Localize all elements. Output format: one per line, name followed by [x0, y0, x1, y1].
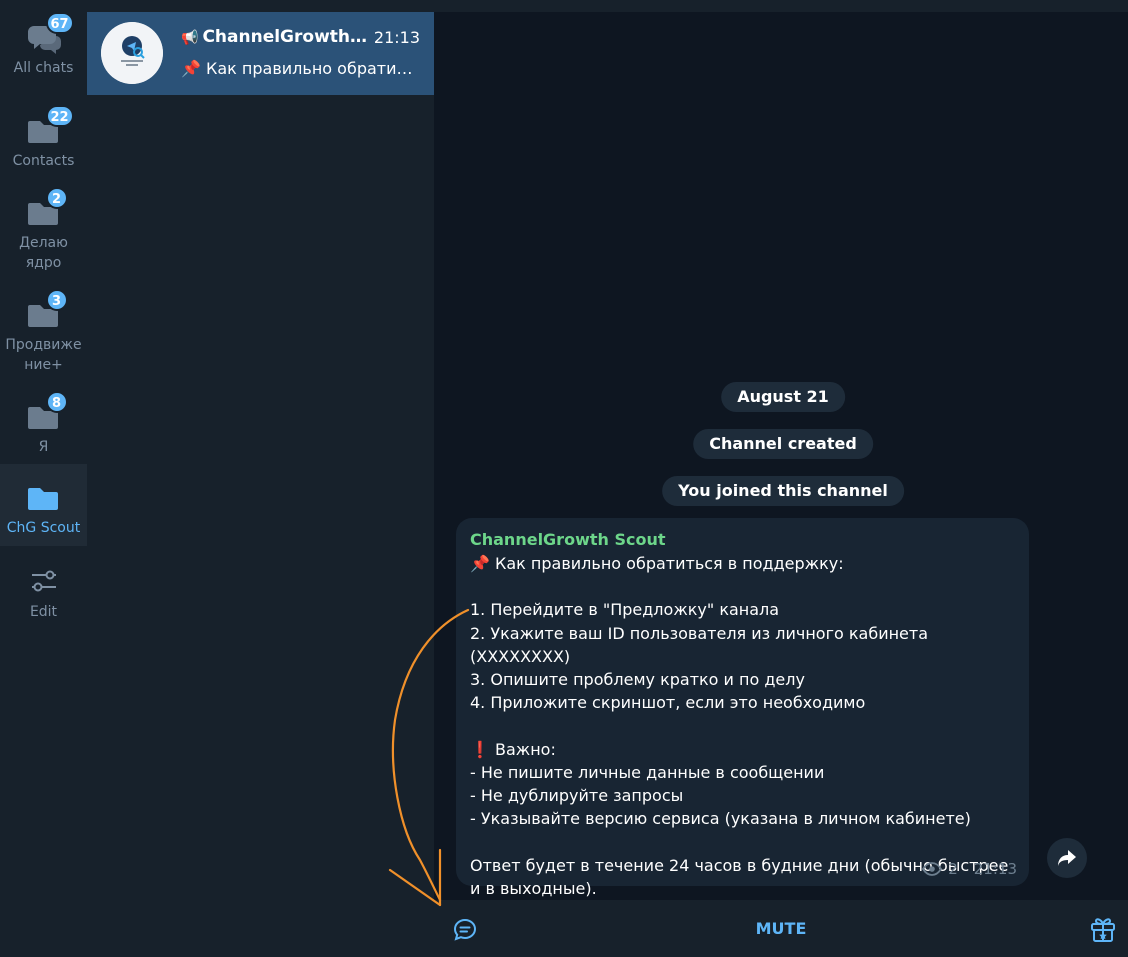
unread-badge: 2 — [45, 187, 68, 209]
unread-badge: 22 — [45, 105, 74, 127]
chat-title: 📢ChannelGrowth Sc... — [181, 27, 371, 47]
unread-badge: 3 — [45, 289, 68, 311]
message-meta: 2 21:13 — [922, 860, 1017, 878]
folder-icon — [27, 488, 58, 510]
service-message-joined: You joined this channel — [662, 476, 904, 506]
channel-avatar — [101, 22, 163, 84]
discussion-button[interactable] — [452, 917, 478, 947]
eye-icon — [922, 862, 943, 876]
chat-header — [434, 0, 1128, 12]
folders-sidebar: 67 All chats 22 Contacts 2 Делаю ядро 3 … — [0, 0, 87, 957]
comment-icon — [453, 918, 477, 941]
folder-all-chats[interactable]: 67 All chats — [0, 12, 87, 78]
folder-label: Продвиже ние+ — [5, 337, 82, 373]
edit-sliders-icon — [31, 570, 56, 592]
gift-button[interactable] — [1090, 915, 1116, 947]
folder-contacts[interactable]: 22 Contacts — [0, 105, 87, 171]
megaphone-icon: 📢 — [181, 30, 199, 46]
folder-label: ChG Scout — [6, 520, 81, 536]
folder-label: Делаю ядро — [19, 235, 68, 271]
folder-prodvizhenie[interactable]: 3 Продвиже ние+ — [0, 289, 87, 375]
folder-chg-scout[interactable]: ChG Scout — [0, 464, 87, 546]
folder-label: Contacts — [12, 153, 75, 169]
folder-label: Edit — [29, 604, 58, 620]
chat-area: August 21 Channel created You joined thi… — [434, 0, 1128, 957]
channel-logo-icon — [101, 22, 163, 84]
chat-list-item[interactable]: 📢ChannelGrowth Sc... 21:13 📌 Как правиль… — [87, 12, 434, 95]
chat-time: 21:13 — [373, 28, 420, 47]
service-message-created: Channel created — [693, 429, 873, 459]
unread-badge: 67 — [45, 12, 74, 34]
folder-edit[interactable]: Edit — [0, 566, 87, 622]
views-count: 2 — [948, 860, 958, 878]
message-time: 21:13 — [973, 860, 1017, 878]
folder-delayu-yadro[interactable]: 2 Делаю ядро — [0, 187, 87, 273]
message-author[interactable]: ChannelGrowth Scout — [470, 530, 666, 549]
folder-ya[interactable]: 8 Я — [0, 391, 87, 457]
chat-preview: 📌 Как правильно обратит... — [181, 59, 421, 78]
message-text: 📌 Как правильно обратиться в поддержку: … — [470, 554, 1009, 898]
unread-badge: 8 — [45, 391, 68, 413]
message-bubble[interactable]: ChannelGrowth Scout 📌 Как правильно обра… — [456, 518, 1029, 898]
folder-label: Я — [38, 439, 49, 455]
folder-label: All chats — [13, 60, 74, 76]
bottom-bar: MUTE — [434, 900, 1128, 957]
share-button[interactable] — [1047, 838, 1087, 878]
gift-icon — [1091, 918, 1115, 942]
share-arrow-icon — [1058, 850, 1076, 866]
date-separator: August 21 — [721, 382, 845, 412]
mute-button[interactable]: MUTE — [756, 900, 807, 957]
chat-list: 📢ChannelGrowth Sc... 21:13 📌 Как правиль… — [87, 0, 434, 957]
chat-title-text: ChannelGrowth Sc... — [202, 27, 371, 47]
